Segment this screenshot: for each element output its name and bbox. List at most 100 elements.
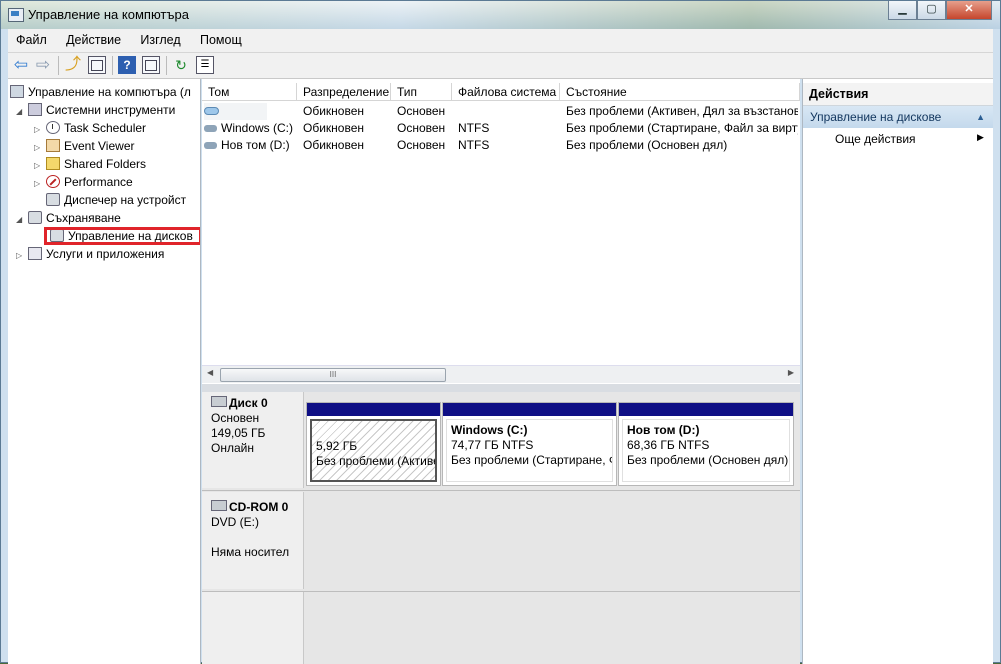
partition-new-volume-d[interactable]: Нов том (D:) 68,36 ГБ NTFS Без проблеми … bbox=[618, 402, 794, 486]
disk-size: 149,05 ГБ bbox=[211, 426, 266, 440]
help-icon[interactable]: ? bbox=[118, 56, 136, 74]
disk-management-pane: Том Разпределение Тип Файлова система Съ… bbox=[202, 79, 800, 664]
close-button[interactable]: ✕ bbox=[946, 1, 992, 20]
column-header-file-system[interactable]: Файлова система bbox=[452, 83, 560, 101]
storage-icon bbox=[28, 211, 42, 224]
collapsed-triangle-icon[interactable]: ▷ bbox=[16, 247, 28, 265]
partition-windows-c[interactable]: Windows (C:) 74,77 ГБ NTFS Без проблеми … bbox=[442, 402, 617, 486]
status-cell: Без проблеми (Основен дял) bbox=[566, 138, 728, 152]
partition-size: 68,36 ГБ NTFS bbox=[627, 438, 710, 452]
menu-help[interactable]: Помощ bbox=[192, 29, 250, 52]
partition-name: Нов том (D:) bbox=[627, 423, 700, 437]
disk-0-label[interactable]: Диск 0 Основен 149,05 ГБ Онлайн bbox=[202, 392, 304, 488]
column-header-layout[interactable]: Разпределение bbox=[297, 83, 391, 101]
computer-management-window: Управление на компютъра ▁ ▢ ✕ Файл Дейст… bbox=[0, 0, 1001, 664]
actions-pane: Действия Управление на дискове ▲ Още дей… bbox=[802, 79, 993, 664]
volume-icon bbox=[204, 142, 217, 149]
tree-label: Услуги и приложения bbox=[46, 247, 165, 261]
volume-icon bbox=[204, 125, 217, 132]
partition-size: 5,92 ГБ bbox=[316, 439, 358, 453]
tree-item-device-manager[interactable]: Диспечер на устройст bbox=[46, 191, 186, 209]
menu-view[interactable]: Изглед bbox=[132, 29, 188, 52]
partition-status: Без проблеми (Стартиране, Ф bbox=[451, 453, 613, 467]
cdrom-name: CD-ROM 0 bbox=[229, 500, 289, 514]
tree-item-root[interactable]: Управление на компютъра (л bbox=[10, 83, 191, 101]
tree-item-performance[interactable]: ▷ Performance bbox=[34, 173, 133, 191]
services-icon bbox=[28, 247, 42, 260]
event-viewer-icon bbox=[46, 139, 60, 152]
column-header-volume[interactable]: Том bbox=[202, 83, 297, 101]
refresh-icon[interactable]: ↻ bbox=[172, 56, 190, 74]
expanded-triangle-icon[interactable]: ◢ bbox=[16, 211, 28, 229]
title-bar[interactable]: Управление на компютъра ▁ ▢ ✕ bbox=[1, 1, 1000, 29]
cd-drive-icon bbox=[211, 500, 227, 511]
tree-item-event-viewer[interactable]: ▷ Event Viewer bbox=[34, 137, 134, 155]
actions-section-disk-management[interactable]: Управление на дискове ▲ bbox=[803, 106, 993, 128]
scroll-left-icon[interactable]: ◀ bbox=[207, 368, 213, 377]
cdrom-drive: DVD (E:) bbox=[211, 515, 259, 529]
device-manager-icon bbox=[46, 193, 60, 206]
disk-type: Основен bbox=[211, 411, 260, 425]
filesystem-cell: NTFS bbox=[458, 121, 490, 135]
menu-file[interactable]: Файл bbox=[8, 29, 55, 52]
layout-cell: Обикновен bbox=[303, 121, 365, 135]
more-actions-item[interactable]: Още действия ▶ bbox=[835, 132, 984, 146]
column-header-type[interactable]: Тип bbox=[391, 83, 452, 101]
horizontal-scrollbar[interactable]: ◀ III ▶ bbox=[202, 365, 800, 383]
computer-icon bbox=[10, 85, 24, 98]
scrollbar-thumb[interactable]: III bbox=[220, 368, 446, 382]
scroll-right-icon[interactable]: ▶ bbox=[788, 368, 794, 377]
tree-item-task-scheduler[interactable]: ▷ Task Scheduler bbox=[34, 119, 146, 137]
tools-icon bbox=[28, 103, 42, 116]
toolbar: ⇦ ⇨ ⤴ ? ↻ ☰ bbox=[8, 53, 993, 79]
clock-icon bbox=[46, 121, 60, 134]
window-title: Управление на компютъра bbox=[28, 7, 189, 22]
disk-name: Диск 0 bbox=[229, 396, 268, 410]
scroll-grip: III bbox=[329, 370, 337, 379]
collapse-up-icon[interactable]: ▲ bbox=[976, 106, 985, 128]
show-hide-tree-icon[interactable] bbox=[88, 56, 106, 74]
actions-section-label: Управление на дискове bbox=[810, 110, 942, 124]
tree-label: Диспечер на устройст bbox=[64, 193, 187, 207]
menu-action[interactable]: Действие bbox=[58, 29, 129, 52]
performance-icon bbox=[46, 175, 60, 188]
collapsed-triangle-icon[interactable]: ▷ bbox=[34, 175, 46, 193]
type-cell: Основен bbox=[397, 104, 446, 118]
type-cell: Основен bbox=[397, 121, 446, 135]
up-folder-icon[interactable]: ⤴ bbox=[64, 56, 82, 74]
maximize-button[interactable]: ▢ bbox=[917, 1, 946, 20]
volume-icon bbox=[204, 107, 219, 115]
disk-graph-area: Диск 0 Основен 149,05 ГБ Онлайн 5,92 ГБ … bbox=[202, 392, 800, 664]
show-hide-action-pane-icon[interactable] bbox=[142, 56, 160, 74]
tree-item-services[interactable]: ▷ Услуги и приложения bbox=[16, 245, 164, 263]
volume-name: Windows (C:) bbox=[221, 121, 294, 135]
console-tree: Управление на компютъра (л ◢ Системни инс… bbox=[8, 79, 201, 664]
tree-item-shared-folders[interactable]: ▷ Shared Folders bbox=[34, 155, 146, 173]
filesystem-cell: NTFS bbox=[458, 138, 490, 152]
back-arrow-icon[interactable]: ⇦ bbox=[12, 56, 30, 74]
pane-splitter[interactable] bbox=[202, 384, 800, 392]
tree-label: Управление на компютъра (л bbox=[28, 85, 191, 99]
tree-label: Task Scheduler bbox=[64, 121, 147, 135]
volume-name: Нов том (D:) bbox=[221, 138, 290, 152]
expanded-triangle-icon[interactable]: ◢ bbox=[16, 103, 28, 121]
layout-cell: Обикновен bbox=[303, 138, 365, 152]
cdrom-0-label[interactable]: CD-ROM 0 DVD (E:) Няма носител bbox=[202, 492, 304, 589]
computer-management-icon bbox=[8, 8, 24, 22]
partition-system-reserved[interactable]: 5,92 ГБ Без проблеми (Активе bbox=[306, 402, 441, 486]
disk-status: Онлайн bbox=[211, 441, 254, 455]
minimize-button[interactable]: ▁ bbox=[888, 1, 917, 20]
column-header-status[interactable]: Състояние bbox=[560, 83, 800, 101]
status-cell: Без проблеми (Активен, Дял за възстанов bbox=[566, 104, 798, 118]
partition-status: Без проблеми (Основен дял) bbox=[627, 453, 789, 467]
forward-arrow-icon[interactable]: ⇨ bbox=[34, 56, 52, 74]
tree-label: Съхраняване bbox=[46, 211, 121, 225]
partition-size: 74,77 ГБ NTFS bbox=[451, 438, 534, 452]
submenu-arrow-icon: ▶ bbox=[977, 132, 984, 142]
properties-icon[interactable]: ☰ bbox=[196, 56, 214, 74]
status-cell: Без проблеми (Стартиране, Файл за вирту bbox=[566, 121, 798, 135]
shared-folder-icon bbox=[46, 157, 60, 170]
tree-item-system-tools[interactable]: ◢ Системни инструменти bbox=[16, 101, 175, 119]
cdrom-status: Няма носител bbox=[211, 545, 290, 559]
tree-item-storage[interactable]: ◢ Съхраняване bbox=[16, 209, 121, 227]
